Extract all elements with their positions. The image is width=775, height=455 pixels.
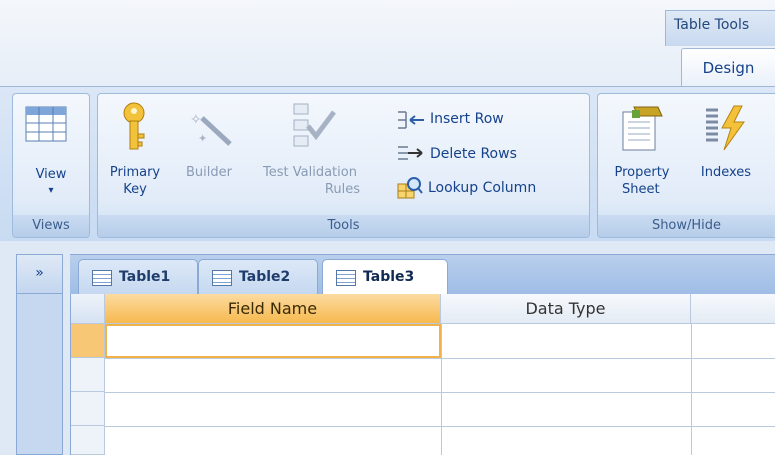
- navigation-pane-toggle-button[interactable]: »: [16, 254, 63, 294]
- magic-wand-icon: ✧ ✦: [190, 112, 232, 146]
- test-validation-label-line1: Test Validation: [263, 165, 357, 180]
- tab-table2-label: Table2: [239, 269, 291, 285]
- view-button-label: View: [35, 167, 67, 182]
- tab-design[interactable]: Design: [681, 48, 775, 86]
- property-sheet-icon: [622, 106, 663, 151]
- data-type-cell[interactable]: [441, 392, 691, 426]
- field-name-column-header[interactable]: Field Name: [105, 294, 441, 324]
- tools-group: Primary Key ✧ ✦ Builder Test Validation …: [97, 93, 590, 238]
- insert-rows-label: Insert Row: [430, 111, 504, 127]
- field-name-cell[interactable]: [105, 358, 441, 392]
- indexes-lightning-icon: [706, 105, 745, 151]
- description-column-header[interactable]: [691, 294, 775, 324]
- test-validation-rules-button[interactable]: Test Validation Rules: [250, 94, 370, 211]
- lookup-column-icon: [397, 177, 423, 199]
- title-bar-area: [0, 0, 775, 86]
- property-sheet-label-line2: Sheet: [622, 182, 660, 197]
- chevron-down-icon: ▾: [48, 185, 54, 196]
- tools-group-label: Tools: [98, 215, 589, 237]
- show-hide-group-label: Show/Hide: [598, 215, 775, 237]
- object-tab-strip: Table1 Table2 Table3: [70, 254, 775, 296]
- views-group-label: Views: [13, 215, 89, 237]
- primary-key-label-line2: Key: [123, 182, 147, 197]
- tab-table3-label: Table3: [363, 269, 415, 285]
- key-icon: [123, 102, 145, 150]
- indexes-label: Indexes: [700, 165, 752, 180]
- show-hide-group: Property Sheet Indexes Show/Hide: [597, 93, 775, 238]
- table-design-grid: Field Name Data Type: [70, 294, 775, 455]
- grid-line: [441, 324, 442, 455]
- svg-text:✦: ✦: [198, 132, 207, 145]
- views-group: View ▾ Views: [12, 93, 90, 238]
- insert-row-icon: [398, 111, 424, 129]
- datasheet-view-icon: [25, 106, 67, 142]
- ribbon: View ▾ Views Primary Key ✧ ✦ Builder Tes…: [0, 86, 775, 241]
- grid-line: [105, 426, 775, 427]
- lookup-column-button[interactable]: Lookup Column: [396, 176, 586, 200]
- delete-rows-label: Delete Rows: [430, 146, 517, 162]
- builder-label: Builder: [186, 165, 232, 180]
- grid-line: [691, 324, 692, 455]
- table-icon: [212, 270, 232, 286]
- property-sheet-button[interactable]: Property Sheet: [600, 94, 684, 211]
- table-icon: [336, 270, 356, 286]
- row-selector[interactable]: [71, 426, 105, 455]
- row-selector[interactable]: [71, 358, 105, 392]
- property-sheet-label-line1: Property: [614, 165, 670, 180]
- indexes-button[interactable]: Indexes: [688, 94, 764, 211]
- validation-check-icon: [293, 103, 336, 147]
- row-selector[interactable]: [71, 324, 105, 358]
- data-type-cell[interactable]: [441, 324, 691, 358]
- tab-table3[interactable]: Table3: [322, 259, 448, 296]
- table-tools-contextual-title: Table Tools: [665, 10, 775, 46]
- primary-key-label-line1: Primary: [109, 165, 161, 180]
- builder-button[interactable]: ✧ ✦ Builder: [174, 94, 244, 211]
- delete-rows-button[interactable]: Delete Rows: [396, 143, 586, 165]
- tab-table2[interactable]: Table2: [198, 259, 318, 295]
- delete-row-icon: [398, 146, 423, 160]
- tab-table1-label: Table1: [119, 269, 171, 285]
- grid-line: [105, 358, 775, 359]
- grid-line: [105, 392, 775, 393]
- field-name-cell[interactable]: [105, 324, 441, 358]
- tab-table1[interactable]: Table1: [78, 259, 198, 295]
- row-selector[interactable]: [71, 392, 105, 426]
- field-name-cell[interactable]: [105, 392, 441, 426]
- primary-key-button[interactable]: Primary Key: [100, 94, 170, 211]
- view-button[interactable]: View ▾: [13, 94, 89, 211]
- table-icon: [92, 270, 112, 286]
- data-type-column-header[interactable]: Data Type: [441, 294, 691, 324]
- insert-rows-button[interactable]: Insert Row: [396, 110, 586, 132]
- select-all-corner[interactable]: [71, 294, 105, 324]
- lookup-column-label: Lookup Column: [428, 180, 537, 196]
- data-type-cell[interactable]: [441, 358, 691, 392]
- svg-text:✧: ✧: [190, 112, 202, 128]
- test-validation-label-line2: Rules: [324, 182, 360, 197]
